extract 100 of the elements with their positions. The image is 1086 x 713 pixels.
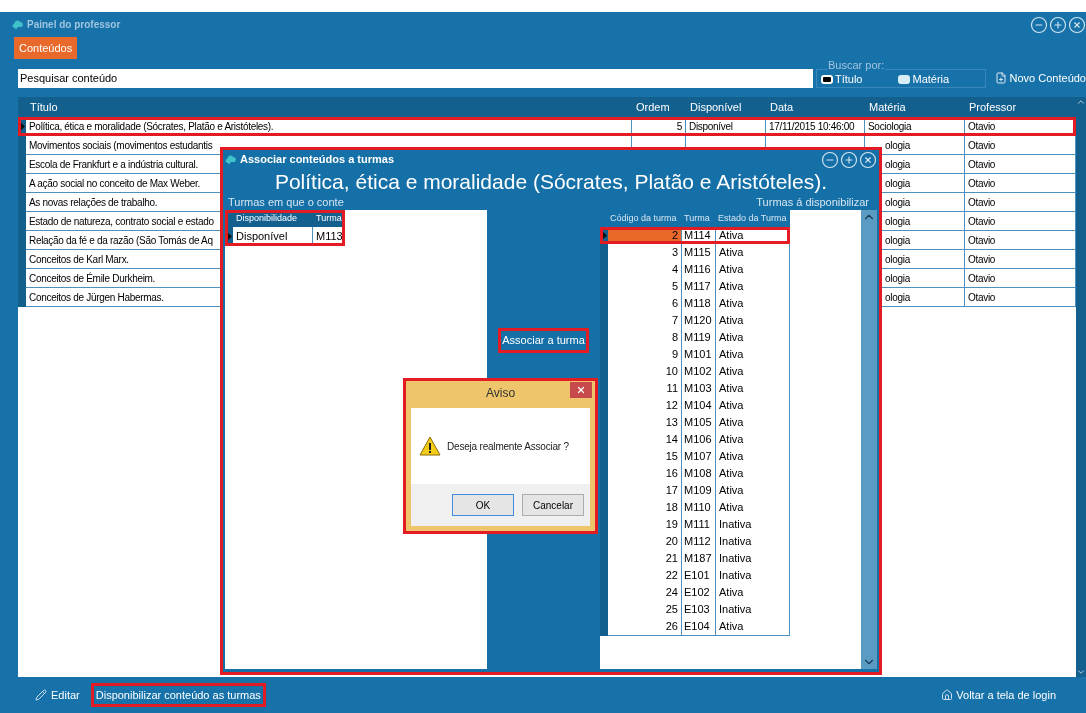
column-header[interactable]: Ordem: [632, 97, 686, 117]
row-header-cell[interactable]: [18, 117, 26, 136]
table-cell: 5: [608, 278, 682, 296]
table-row[interactable]: 9 M101 Ativa: [600, 346, 790, 363]
radio-button[interactable]: [820, 75, 833, 84]
table-row[interactable]: 8 M119 Ativa: [600, 329, 790, 346]
table-row[interactable]: 18 M110 Ativa: [600, 499, 790, 516]
close-icon[interactable]: [859, 150, 877, 169]
table-cell: E102: [682, 584, 716, 602]
table-row[interactable]: Política, ética e moralidade (Sócrates, Platão e Aristóteles). 5 Disponível 17/11/2015 10:46:00 Sociologia Otavio: [18, 117, 1076, 136]
table-cell: Ativa: [716, 499, 790, 517]
table-cell: M116: [682, 261, 716, 279]
table-row[interactable]: 7 M120 Ativa: [600, 312, 790, 329]
table-cell: Ativa: [716, 312, 790, 330]
radio-option[interactable]: Matéria: [898, 68, 950, 88]
table-row[interactable]: 26 E104 Ativa: [600, 618, 790, 635]
table-cell: 10: [608, 363, 682, 381]
table-cell: Disponível: [686, 117, 766, 136]
table-cell: 18: [608, 499, 682, 517]
table-cell: M120: [682, 312, 716, 330]
table-cell: M115: [682, 244, 716, 262]
table-cell: M105: [682, 414, 716, 432]
dialog-button[interactable]: OK: [452, 494, 514, 516]
radio-option[interactable]: Título: [820, 68, 863, 88]
close-button[interactable]: [570, 382, 592, 398]
minimize-icon[interactable]: [1030, 15, 1048, 34]
column-header[interactable]: Turma: [313, 210, 345, 227]
table-cell: 7: [608, 312, 682, 330]
row-header-cell[interactable]: [225, 227, 233, 246]
dialog-button[interactable]: Cancelar: [522, 494, 584, 516]
table-row[interactable]: 21 M187 Inativa: [600, 550, 790, 567]
table-row[interactable]: 3 M115 Ativa: [600, 244, 790, 261]
table-row[interactable]: 13 M105 Ativa: [600, 414, 790, 431]
table-row[interactable]: 10 M102 Ativa: [600, 363, 790, 380]
column-header[interactable]: Data: [766, 97, 865, 117]
row-header-cell[interactable]: [600, 618, 608, 636]
table-cell: 17: [608, 482, 682, 500]
table-row[interactable]: 12 M104 Ativa: [600, 397, 790, 414]
back-link[interactable]: Voltar a tela de login: [941, 686, 1056, 704]
table-cell: Ativa: [716, 244, 790, 262]
action-button[interactable]: Editar: [30, 682, 85, 708]
column-header[interactable]: Professor: [965, 97, 1076, 117]
row-header-cell[interactable]: [18, 288, 26, 307]
minimize-icon[interactable]: [821, 150, 839, 169]
column-header[interactable]: Matéria: [865, 97, 965, 117]
row-header-cell[interactable]: [600, 244, 608, 262]
table-cell: M110: [682, 499, 716, 517]
table-row[interactable]: 16 M108 Ativa: [600, 465, 790, 482]
table-cell: 26: [608, 618, 682, 636]
column-header[interactable]: Turma: [682, 210, 716, 227]
cloud-icon: [12, 19, 24, 30]
table-cell: M109: [682, 482, 716, 500]
table-row[interactable]: 4 M116 Ativa: [600, 261, 790, 278]
table-row[interactable]: 14 M106 Ativa: [600, 431, 790, 448]
assigned-label: Turmas em que o conte: [227, 195, 344, 211]
column-header[interactable]: Estado da Turma: [716, 210, 790, 227]
table-row[interactable]: 19 M111 Inativa: [600, 516, 790, 533]
table-row[interactable]: 22 E101 Inativa: [600, 567, 790, 584]
scroll-up-icon[interactable]: [1076, 97, 1086, 107]
scroll-down-icon[interactable]: [1076, 667, 1086, 677]
table-row[interactable]: 25 E103 Inativa: [600, 601, 790, 618]
table-cell: M119: [682, 329, 716, 347]
table-cell: 4: [608, 261, 682, 279]
action-button[interactable]: Disponibilizar conteúdo as turmas: [90, 682, 266, 708]
table-cell: 8: [608, 329, 682, 347]
table-row[interactable]: 20 M112 Inativa: [600, 533, 790, 550]
table-cell: E104: [682, 618, 716, 636]
table-row[interactable]: 5 M117 Ativa: [600, 278, 790, 295]
table-cell: Ativa: [716, 448, 790, 466]
column-header[interactable]: Título: [26, 97, 632, 117]
column-header[interactable]: Disponível: [686, 97, 766, 117]
table-row[interactable]: 6 M118 Ativa: [600, 295, 790, 312]
table-cell: 17/11/2015 10:46:00: [766, 117, 865, 136]
table-cell: 16: [608, 465, 682, 483]
table-row[interactable]: 24 E102 Ativa: [600, 584, 790, 601]
row-header-cell[interactable]: [18, 136, 26, 155]
table-row[interactable]: 17 M109 Ativa: [600, 482, 790, 499]
table-cell: M112: [682, 533, 716, 551]
table-row[interactable]: 15 M107 Ativa: [600, 448, 790, 465]
column-header[interactable]: Disponibilidade: [233, 210, 313, 227]
new-content-button[interactable]: Novo Conteúdo: [994, 69, 1086, 87]
table-cell: 9: [608, 346, 682, 364]
table-cell: Inativa: [716, 567, 790, 585]
maximize-icon[interactable]: [840, 150, 858, 169]
close-icon[interactable]: [1068, 15, 1086, 34]
table-row[interactable]: 2 M114 Ativa: [600, 227, 790, 244]
table-cell: Inativa: [716, 516, 790, 534]
table-cell: Ativa: [716, 278, 790, 296]
radio-button[interactable]: [898, 75, 911, 84]
table-cell: Ativa: [716, 465, 790, 483]
table-cell: Ativa: [716, 431, 790, 449]
maximize-icon[interactable]: [1049, 15, 1067, 34]
table-row[interactable]: 11 M103 Ativa: [600, 380, 790, 397]
table-cell: E101: [682, 567, 716, 585]
table-cell: Ativa: [716, 414, 790, 432]
associate-button[interactable]: Associar a turma: [498, 328, 589, 353]
table-cell: 21: [608, 550, 682, 568]
row-pointer-icon: [226, 232, 232, 241]
search-field[interactable]: Pesquisar conteúdo: [18, 68, 813, 88]
table-cell: 13: [608, 414, 682, 432]
